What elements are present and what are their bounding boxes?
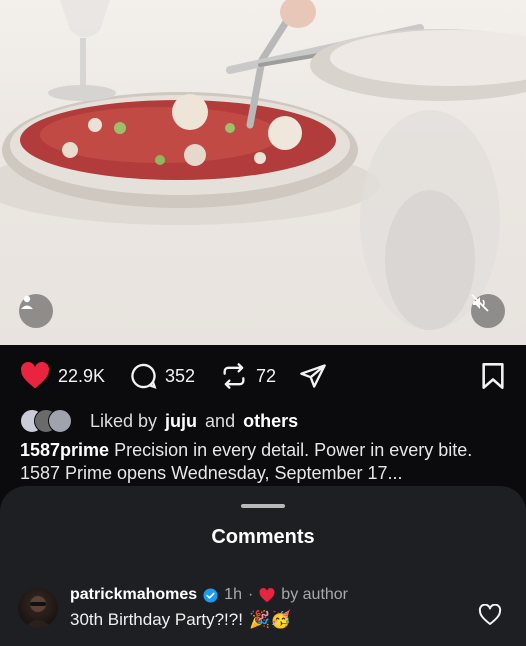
avatar [48,409,72,433]
liked-by-prefix: Liked by [90,410,158,431]
liked-by-and: and [205,410,236,431]
repost-count: 72 [256,365,277,386]
mute-icon [471,294,489,312]
comment-time: 1h [224,586,242,603]
heart-icon [21,362,49,389]
bookmark-icon [482,363,504,389]
tagged-users-button[interactable] [19,294,53,328]
liked-by[interactable]: Liked by juju and others [20,409,298,433]
comment-icon [131,363,157,389]
comment-separator: · [247,586,254,603]
comment-count: 352 [165,365,196,386]
comment-button[interactable]: 352 [129,362,195,390]
mute-button[interactable] [471,294,505,328]
comment-like-button[interactable] [478,603,502,631]
comment-body: 30th Birthday Party?!?! 🎉🥳 [70,610,291,630]
verified-icon [203,587,218,603]
save-button[interactable] [480,362,506,390]
repost-button[interactable]: 72 [220,362,276,390]
comment-item: patrickmahomes 1h · by author 30th Birth… [18,586,508,646]
sheet-drag-handle[interactable] [241,504,285,508]
share-icon [300,364,326,388]
liked-by-user[interactable]: juju [165,411,197,432]
liked-by-avatars [20,409,82,433]
like-count: 22.9K [58,365,106,386]
share-button[interactable] [299,362,327,390]
avatar[interactable] [18,588,58,628]
post-actions: 22.9K 352 72 [0,345,526,405]
comment-text: 30th Birthday Party?!?! [70,610,243,629]
comments-sheet: Comments patrickmahomes 1h · by author 3… [0,486,526,646]
repost-icon [223,363,245,389]
small-heart-icon [259,587,275,602]
heart-outline-icon [478,603,502,625]
like-button[interactable]: 22.9K [20,362,105,390]
avatar-image [24,596,52,628]
food-photo [0,0,526,330]
post-media[interactable] [0,0,526,345]
liked-by-others[interactable]: others [243,411,298,432]
by-author-label: by author [281,586,349,603]
user-icon [21,295,33,309]
comment-emojis: 🎉🥳 [248,610,292,629]
comments-title: Comments [211,526,315,548]
comment-header: patrickmahomes 1h · by author [70,586,348,604]
comment-username[interactable]: patrickmahomes [70,586,197,604]
caption-username[interactable]: 1587prime [20,440,109,460]
post-caption: 1587prime Precision in every detail. Pow… [20,439,500,485]
